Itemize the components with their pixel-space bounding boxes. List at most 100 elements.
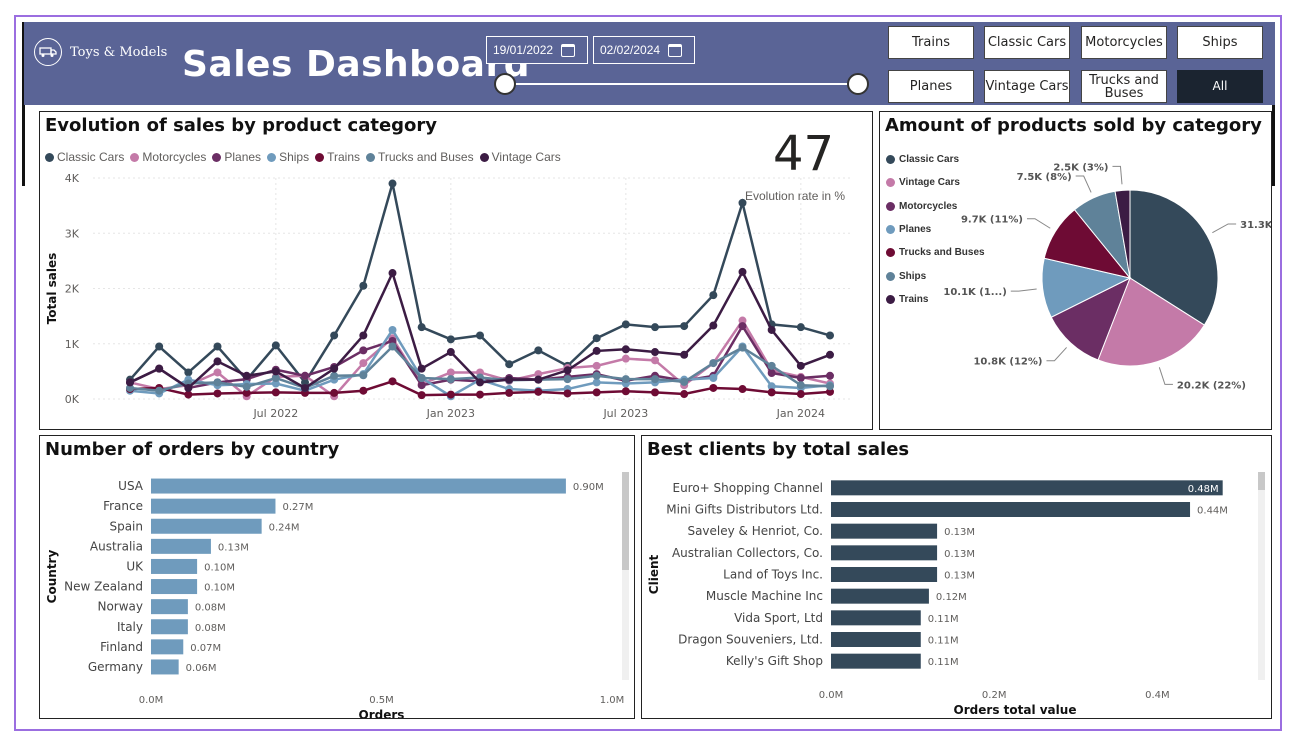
data-point [826,382,834,391]
van-icon [34,38,62,66]
bar-data-label: 0.10M [204,583,235,594]
category-label: Vida Sport, Ltd [734,611,823,625]
bar [151,599,188,615]
data-point [738,267,747,276]
filter-classic-cars-button[interactable]: Classic Cars [984,26,1070,59]
filter-all-button[interactable]: All [1177,70,1263,103]
data-point [621,375,630,384]
country-scrollbar[interactable] [622,472,629,680]
data-point [563,366,572,375]
data-point [738,343,747,352]
category-pie-panel: Amount of products sold by category Clas… [879,111,1272,430]
data-point [417,374,426,383]
data-point [330,331,339,340]
brand-name: Toys & Models [70,44,168,60]
filter-vintage-cars-button[interactable]: Vintage Cars [984,70,1070,103]
bar [831,545,938,561]
data-point [242,371,251,380]
data-point [359,346,368,355]
pie-data-label: 20.2K (22%) [1177,380,1246,391]
pie-leader-line [1158,367,1173,385]
category-label: Australian Collectors, Co. [672,546,823,560]
data-point [651,356,659,365]
slider-end-handle[interactable] [847,73,869,95]
scroll-thumb[interactable] [622,472,629,570]
x-tick-label: 0.4M [1145,690,1170,701]
y-axis-label: Client [647,555,661,595]
data-point [592,388,601,397]
data-point [796,374,805,383]
data-point [388,342,397,351]
slider-start-handle[interactable] [494,73,516,95]
data-point [680,350,689,359]
y-axis-label: Country [45,550,59,604]
data-point [242,382,251,391]
x-tick-label: Jul 2023 [602,407,648,420]
data-point [271,367,280,376]
bar-data-label: 0.08M [195,603,226,614]
y-axis-label: Total sales [45,253,59,325]
data-point [534,387,543,396]
data-point [330,388,339,397]
bar-data-label: 0.06M [186,663,217,674]
line-chart[interactable]: 0K 1K 2K 3K 4K Jul 2022 Jan 2023 Jul 2023 Jan 20… [40,112,872,429]
scroll-thumb[interactable] [1258,472,1265,490]
data-point [359,281,368,290]
category-label: New Zealand [64,580,143,594]
category-label: UK [126,559,144,573]
data-point [680,377,689,386]
data-point [709,359,718,368]
pie-leader-line [1112,165,1123,185]
pie-chart[interactable]: 31.3K (34%) 20.2K (22%) 10.8K (12%) 10.1K (… [880,112,1271,429]
category-label: France [103,499,143,513]
filter-trains-button[interactable]: Trains [888,26,974,59]
data-point [417,381,426,390]
data-point [621,320,630,329]
data-point [126,378,134,387]
clients-scrollbar[interactable] [1258,472,1265,680]
y-tick-label: 3K [65,227,80,240]
category-label: Muscle Machine Inc [706,589,823,603]
start-date-input[interactable]: 19/01/2022 [486,36,588,64]
country-bar-chart[interactable]: USA 0.90M France 0.27M Spain 0.24M Australia 0.… [40,436,634,718]
y-tick-label: 1K [65,338,80,351]
bar-data-label: 0.11M [928,636,959,647]
data-point [796,381,805,390]
bar [151,498,276,514]
data-point [563,389,572,398]
data-point [534,346,543,355]
data-point [388,325,397,334]
category-label: Mini Gifts Distributors Ltd. [666,503,823,517]
pie-data-label: 31.3K (34%) [1240,220,1271,231]
bar-data-label: 0.13M [944,571,975,582]
data-point [155,364,164,373]
client-bar-chart[interactable]: Euro+ Shopping Channel 0.48M Mini Gifts Di… [642,436,1271,718]
report-canvas: Toys & Models Sales Dashboard 19/01/2022… [24,22,1275,726]
data-point [738,385,747,394]
filter-ships-button[interactable]: Ships [1177,26,1263,59]
category-label: Germany [88,660,143,674]
x-tick-label: Jan 2024 [776,407,825,420]
date-range-slider[interactable] [506,83,858,85]
bar [831,632,921,647]
data-point [592,371,601,380]
page-title: Sales Dashboard [182,44,530,85]
data-point [359,331,368,340]
category-label: Italy [117,620,143,634]
data-point [330,364,339,373]
data-point [213,368,222,377]
data-point [476,390,484,399]
end-date-input[interactable]: 02/02/2024 [593,36,695,64]
bar [151,639,184,655]
bar [151,478,566,494]
filter-motorcycles-button[interactable]: Motorcycles [1081,26,1167,59]
filter-planes-button[interactable]: Planes [888,70,974,103]
calendar-icon[interactable] [561,43,576,57]
data-point [505,388,514,397]
header-banner: Toys & Models Sales Dashboard 19/01/2022… [24,22,1275,105]
data-point [709,291,718,300]
filter-trucks-buses-button[interactable]: Trucks and Buses [1081,70,1167,103]
data-point [621,354,630,363]
end-date-value: 02/02/2024 [600,43,661,57]
calendar-icon[interactable] [668,43,683,57]
